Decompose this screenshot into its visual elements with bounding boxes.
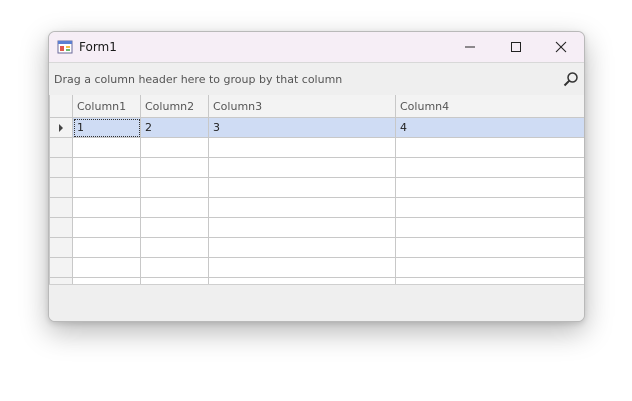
row-indicator[interactable] (49, 257, 73, 278)
maximize-icon (511, 42, 521, 52)
maximize-button[interactable] (493, 32, 539, 62)
row-indicator[interactable] (49, 237, 73, 258)
empty-cell[interactable] (140, 257, 209, 278)
minimize-icon (465, 46, 475, 48)
empty-row[interactable] (49, 177, 584, 198)
empty-cell[interactable] (208, 137, 396, 158)
grid-table: Column1 Column2 Column3 Column4 1 2 3 4 (49, 95, 584, 298)
empty-cell[interactable] (72, 157, 141, 178)
column-header-3[interactable]: Column3 (208, 95, 396, 118)
cell-column1[interactable]: 1 (72, 117, 141, 138)
header-row: Column1 Column2 Column3 Column4 (49, 95, 584, 118)
row-indicator[interactable] (49, 197, 73, 218)
empty-cell[interactable] (395, 157, 584, 178)
column-header-1[interactable]: Column1 (72, 95, 141, 118)
cell-column4[interactable]: 4 (395, 117, 584, 138)
empty-row[interactable] (49, 157, 584, 178)
empty-cell[interactable] (208, 257, 396, 278)
row-indicator-header (49, 95, 73, 118)
row-indicator[interactable] (49, 137, 73, 158)
empty-cell[interactable] (395, 217, 584, 238)
row-indicator[interactable] (49, 157, 73, 178)
empty-cell[interactable] (140, 217, 209, 238)
empty-cell[interactable] (72, 137, 141, 158)
cell-column3[interactable]: 3 (208, 117, 396, 138)
empty-row[interactable] (49, 257, 584, 278)
empty-cell[interactable] (140, 197, 209, 218)
empty-cell[interactable] (72, 237, 141, 258)
bottom-panel (49, 284, 584, 321)
group-by-hint: Drag a column header here to group by th… (54, 73, 343, 86)
column-header-4[interactable]: Column4 (395, 95, 584, 118)
empty-cell[interactable] (208, 197, 396, 218)
app-icon (57, 40, 73, 54)
empty-cell[interactable] (208, 217, 396, 238)
empty-row[interactable] (49, 137, 584, 158)
empty-cell[interactable] (72, 257, 141, 278)
title-bar[interactable]: Form1 (49, 32, 584, 62)
empty-cell[interactable] (395, 177, 584, 198)
empty-row[interactable] (49, 237, 584, 258)
empty-cell[interactable] (140, 137, 209, 158)
row-indicator[interactable] (49, 117, 73, 138)
empty-cell[interactable] (140, 157, 209, 178)
empty-cell[interactable] (395, 237, 584, 258)
row-indicator[interactable] (49, 177, 73, 198)
table-row[interactable]: 1 2 3 4 (49, 117, 584, 138)
search-icon[interactable] (563, 71, 579, 87)
empty-cell[interactable] (72, 177, 141, 198)
empty-cell[interactable] (208, 177, 396, 198)
column-header-2[interactable]: Column2 (140, 95, 209, 118)
empty-cell[interactable] (395, 137, 584, 158)
empty-cell[interactable] (140, 177, 209, 198)
empty-cell[interactable] (72, 197, 141, 218)
form1-window: Form1 Drag a column header here to group… (48, 31, 585, 322)
empty-cell[interactable] (395, 257, 584, 278)
close-button[interactable] (538, 32, 584, 62)
minimize-button[interactable] (447, 32, 493, 62)
empty-cell[interactable] (208, 237, 396, 258)
group-by-panel[interactable]: Drag a column header here to group by th… (49, 62, 584, 96)
data-grid[interactable]: Column1 Column2 Column3 Column4 1 2 3 4 (49, 95, 584, 298)
empty-row[interactable] (49, 197, 584, 218)
empty-cell[interactable] (208, 157, 396, 178)
cell-column2[interactable]: 2 (140, 117, 209, 138)
current-row-arrow-icon (59, 123, 63, 132)
empty-cell[interactable] (395, 197, 584, 218)
empty-cell[interactable] (140, 237, 209, 258)
empty-row[interactable] (49, 217, 584, 238)
close-icon (555, 41, 567, 53)
row-indicator[interactable] (49, 217, 73, 238)
window-title: Form1 (79, 40, 117, 54)
empty-cell[interactable] (72, 217, 141, 238)
